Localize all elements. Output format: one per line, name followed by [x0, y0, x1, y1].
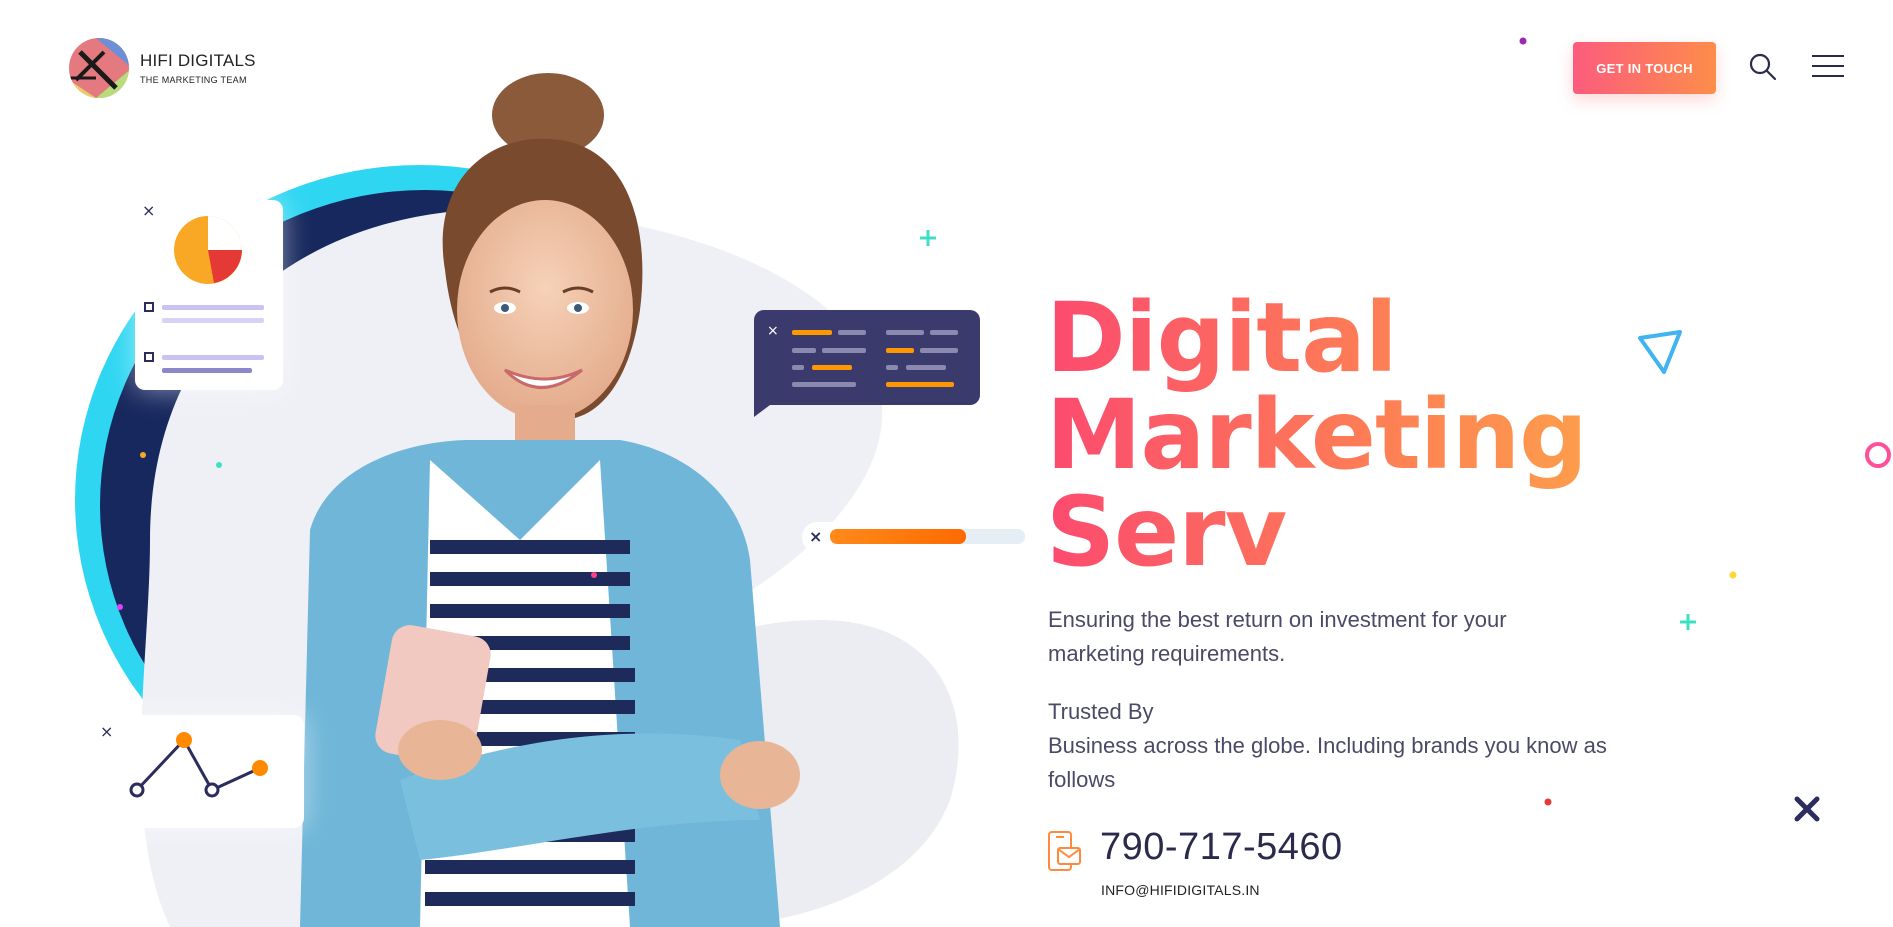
trusted-by-text: Business across the globe. Including bra… [1048, 733, 1607, 792]
svg-text:×: × [142, 201, 155, 220]
hero-title-line1: Digital [1046, 282, 1397, 394]
trusted-by-label: Trusted By [1048, 699, 1154, 724]
hero-title-line3: Serv [1046, 476, 1287, 588]
svg-text:×: × [809, 527, 822, 546]
line-chart-card: × [92, 715, 304, 828]
get-in-touch-button[interactable]: GET IN TOUCH [1573, 42, 1716, 94]
progress-bar-card: × [802, 522, 1028, 552]
phone-number-link[interactable]: 790-717-5460 [1100, 826, 1343, 869]
code-bubble-card: × [754, 310, 980, 417]
svg-text:×: × [100, 722, 113, 741]
confetti-dot [1544, 798, 1552, 806]
svg-text:×: × [767, 323, 779, 339]
hero-description: Ensuring the best return on investment f… [1048, 607, 1507, 666]
hero-illustration: × × × × [0, 60, 1060, 927]
ring-decor-icon [1865, 442, 1891, 468]
pie-chart-card: × [135, 200, 283, 390]
confetti-dot [1519, 37, 1527, 45]
hero-title-line2: Marketing [1046, 379, 1587, 491]
hamburger-menu-icon[interactable] [1811, 54, 1845, 80]
cross-decor-icon [1794, 796, 1820, 822]
search-icon[interactable] [1748, 52, 1778, 82]
hero-title: Digital Marketing Serv [1046, 290, 1606, 581]
confetti-dot [1729, 571, 1737, 579]
email-link[interactable]: INFO@HIFIDIGITALS.IN [1101, 882, 1260, 898]
phone-mail-icon [1046, 830, 1082, 874]
triangle-decor-icon [1638, 330, 1682, 374]
plus-decor-icon [1680, 614, 1696, 630]
